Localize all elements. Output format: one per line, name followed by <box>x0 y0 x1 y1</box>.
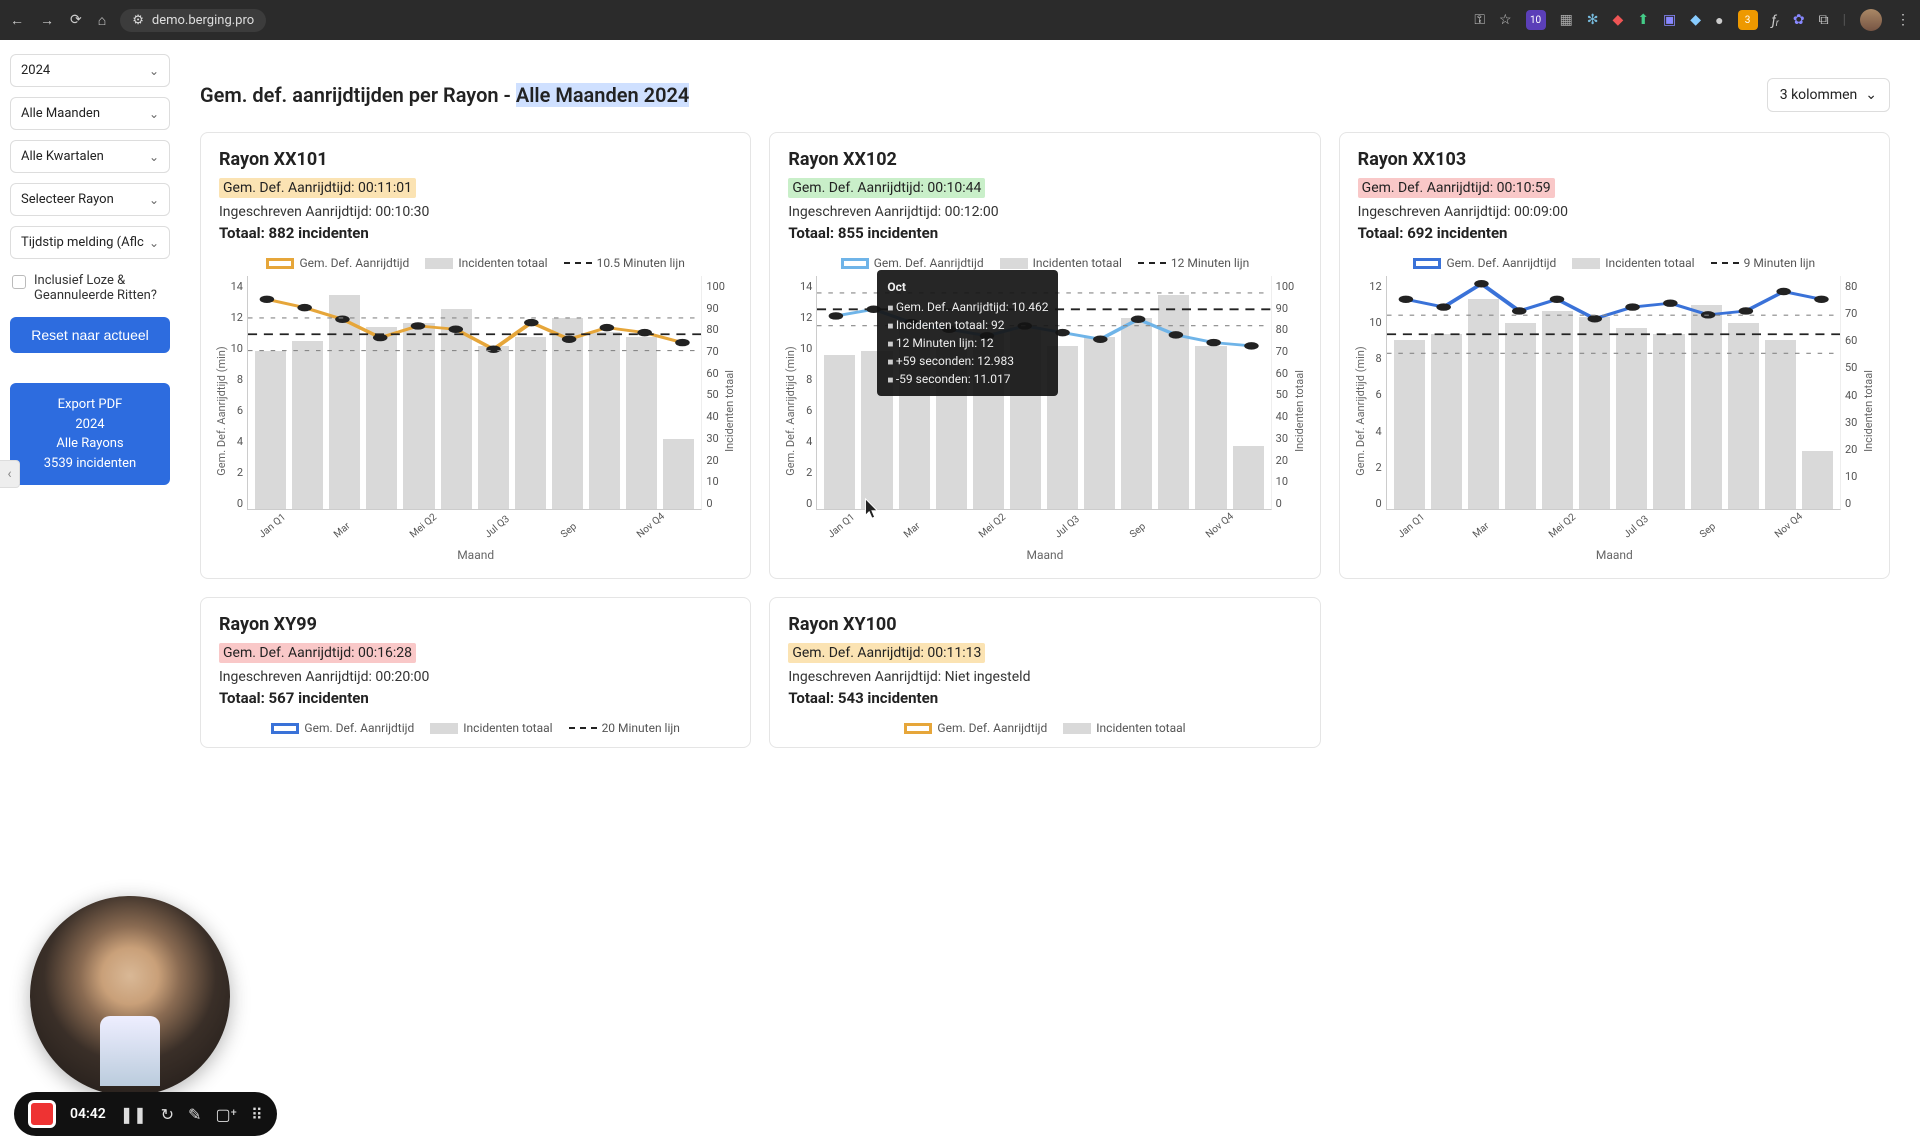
url-bar[interactable]: ⚙ demo.berging.pro <box>120 9 266 32</box>
main-content: Gem. def. aanrijdtijden per Rayon - Alle… <box>180 40 1920 1146</box>
pause-button[interactable]: ❚❚ <box>120 1105 147 1124</box>
ingeschreven-aanrijdtijd: Ingeschreven Aanrijdtijd: 00:09:00 <box>1358 204 1871 220</box>
y-axis-left-label: Gem. Def. Aanrijdtijd (min) <box>784 346 797 475</box>
chart-legend: Gem. Def. Aanrijdtijd Incidenten totaal … <box>219 256 732 270</box>
chart-legend: Gem. Def. Aanrijdtijd Incidenten totaal … <box>219 721 732 735</box>
y-axis-left-label: Gem. Def. Aanrijdtijd (min) <box>215 346 228 475</box>
export-pdf-button[interactable]: Export PDF 2024 Alle Rayons 3539 inciden… <box>10 383 170 485</box>
y-axis-right-label: Incidenten totaal <box>1293 370 1306 452</box>
ext-icon[interactable]: ƒᵣ <box>1772 12 1779 29</box>
reset-button[interactable]: Reset naar actueel <box>10 317 170 353</box>
chart-legend: Gem. Def. Aanrijdtijd Incidenten totaal … <box>1358 256 1871 270</box>
browser-chrome: ← → ⟳ ⌂ ⚙ demo.berging.pro ⚿ ☆ 10 ▦ ✻ ◆ … <box>0 0 1920 40</box>
password-icon[interactable]: ⚿ <box>1474 12 1485 28</box>
gem-aanrijdtijd: Gem. Def. Aanrijdtijd: 00:11:01 <box>219 178 416 198</box>
rayon-card: Rayon XX103 Gem. Def. Aanrijdtijd: 00:10… <box>1339 132 1890 579</box>
ext-icon[interactable]: ◆ <box>1613 12 1624 28</box>
gem-aanrijdtijd: Gem. Def. Aanrijdtijd: 00:10:59 <box>1358 178 1555 198</box>
ext-icon[interactable]: ⬆ <box>1637 12 1649 28</box>
chevron-down-icon: ⌄ <box>1865 87 1877 103</box>
month-select[interactable]: Alle Maanden⌄ <box>10 97 170 130</box>
tijdstip-select[interactable]: Tijdstip melding (Aflc⌄ <box>10 226 170 259</box>
x-ticks: Jan Q1MarMei Q2Jul Q3SepNov Q4 <box>817 532 1270 543</box>
card-title: Rayon XX103 <box>1358 149 1871 170</box>
chart-legend: Gem. Def. Aanrijdtijd Incidenten totaal <box>788 721 1301 735</box>
extension-badge[interactable]: 10 <box>1526 10 1546 30</box>
menu-icon[interactable]: ⋮ <box>1896 12 1910 28</box>
totaal-incidenten: Totaal: 855 incidenten <box>788 224 1301 242</box>
url-text: demo.berging.pro <box>152 13 254 28</box>
y-axis-left-label: Gem. Def. Aanrijdtijd (min) <box>1354 346 1367 475</box>
draw-button[interactable]: ✎ <box>188 1105 201 1124</box>
card-title: Rayon XX101 <box>219 149 732 170</box>
ext-icon[interactable]: ✿ <box>1793 12 1805 28</box>
totaal-incidenten: Totaal: 543 incidenten <box>788 689 1301 707</box>
divider: | <box>1843 12 1846 28</box>
year-select[interactable]: 2024⌄ <box>10 54 170 87</box>
x-axis-label: Maand <box>219 548 732 562</box>
stop-record-button[interactable] <box>28 1100 56 1128</box>
totaal-incidenten: Totaal: 692 incidenten <box>1358 224 1871 242</box>
webcam-overlay[interactable] <box>30 896 230 1096</box>
chevron-down-icon: ⌄ <box>149 150 159 164</box>
home-icon[interactable]: ⌂ <box>98 12 106 29</box>
bookmark-icon[interactable]: ☆ <box>1499 12 1512 28</box>
chevron-down-icon: ⌄ <box>149 236 159 250</box>
combo-chart[interactable]: Gem. Def. Aanrijdtijd (min) 121086420 Ja… <box>1358 276 1871 546</box>
extensions-icon[interactable]: ⧉ <box>1819 12 1829 28</box>
reload-icon[interactable]: ⟳ <box>70 12 82 28</box>
card-title: Rayon XX102 <box>788 149 1301 170</box>
chart-tooltip: OctGem. Def. Aanrijdtijd: 10.462Incident… <box>877 270 1058 396</box>
page-title: Gem. def. aanrijdtijden per Rayon - Alle… <box>200 83 689 107</box>
gem-aanrijdtijd: Gem. Def. Aanrijdtijd: 00:11:13 <box>788 643 985 663</box>
recorder-toolbar: 04:42 ❚❚ ↻ ✎ ▢⁺ ⠿ <box>14 1092 277 1136</box>
x-axis-label: Maand <box>788 548 1301 562</box>
ext-icon[interactable]: ◆ <box>1690 12 1701 28</box>
forward-icon[interactable]: → <box>40 12 54 29</box>
chevron-down-icon: ⌄ <box>149 107 159 121</box>
profile-avatar[interactable] <box>1860 9 1882 31</box>
gem-aanrijdtijd: Gem. Def. Aanrijdtijd: 00:10:44 <box>788 178 985 198</box>
totaal-incidenten: Totaal: 882 incidenten <box>219 224 732 242</box>
card-title: Rayon XY99 <box>219 614 732 635</box>
ext-icon[interactable]: ● <box>1715 12 1723 29</box>
rayon-card: Rayon XY99 Gem. Def. Aanrijdtijd: 00:16:… <box>200 597 751 748</box>
restart-button[interactable]: ↻ <box>161 1105 174 1124</box>
gem-aanrijdtijd: Gem. Def. Aanrijdtijd: 00:16:28 <box>219 643 416 663</box>
camera-toggle-button[interactable]: ▢⁺ <box>215 1105 237 1124</box>
ingeschreven-aanrijdtijd: Ingeschreven Aanrijdtijd: 00:12:00 <box>788 204 1301 220</box>
x-ticks: Jan Q1MarMei Q2Jul Q3SepNov Q4 <box>248 532 701 543</box>
chevron-down-icon: ⌄ <box>149 64 159 78</box>
quarter-select[interactable]: Alle Kwartalen⌄ <box>10 140 170 173</box>
totaal-incidenten: Totaal: 567 incidenten <box>219 689 732 707</box>
ext-icon[interactable]: ▣ <box>1663 12 1676 28</box>
site-settings-icon[interactable]: ⚙ <box>132 13 144 28</box>
x-axis-label: Maand <box>1358 548 1871 562</box>
ingeschreven-aanrijdtijd: Ingeschreven Aanrijdtijd: Niet ingesteld <box>788 669 1301 685</box>
rayon-card: Rayon XY100 Gem. Def. Aanrijdtijd: 00:11… <box>769 597 1320 748</box>
x-ticks: Jan Q1MarMei Q2Jul Q3SepNov Q4 <box>1387 532 1840 543</box>
y-axis-right-label: Incidenten totaal <box>723 370 736 452</box>
ingeschreven-aanrijdtijd: Ingeschreven Aanrijdtijd: 00:10:30 <box>219 204 732 220</box>
rayon-card: Rayon XX101 Gem. Def. Aanrijdtijd: 00:11… <box>200 132 751 579</box>
columns-select[interactable]: 3 kolommen ⌄ <box>1767 78 1890 112</box>
extension-badge[interactable]: 3 <box>1738 10 1758 30</box>
ext-icon[interactable]: ▦ <box>1560 12 1573 28</box>
y-axis-right-label: Incidenten totaal <box>1862 370 1875 452</box>
chevron-down-icon: ⌄ <box>149 193 159 207</box>
chart-legend: Gem. Def. Aanrijdtijd Incidenten totaal … <box>788 256 1301 270</box>
rayon-card: Rayon XX102 Gem. Def. Aanrijdtijd: 00:10… <box>769 132 1320 579</box>
rayon-select[interactable]: Selecteer Rayon⌄ <box>10 183 170 216</box>
sidebar-collapse-toggle[interactable]: ‹ <box>0 460 20 488</box>
more-button[interactable]: ⠿ <box>251 1105 263 1124</box>
ingeschreven-aanrijdtijd: Ingeschreven Aanrijdtijd: 00:20:00 <box>219 669 732 685</box>
combo-chart[interactable]: Gem. Def. Aanrijdtijd (min) 14121086420 … <box>219 276 732 546</box>
recorder-time: 04:42 <box>70 1106 106 1122</box>
include-loze-checkbox[interactable]: Inclusief Loze & Geannuleerde Ritten? <box>10 269 170 307</box>
combo-chart[interactable]: Gem. Def. Aanrijdtijd (min) 14121086420 … <box>788 276 1301 546</box>
checkbox-icon <box>12 275 26 289</box>
ext-icon[interactable]: ✻ <box>1587 12 1599 28</box>
card-title: Rayon XY100 <box>788 614 1301 635</box>
back-icon[interactable]: ← <box>10 12 24 29</box>
